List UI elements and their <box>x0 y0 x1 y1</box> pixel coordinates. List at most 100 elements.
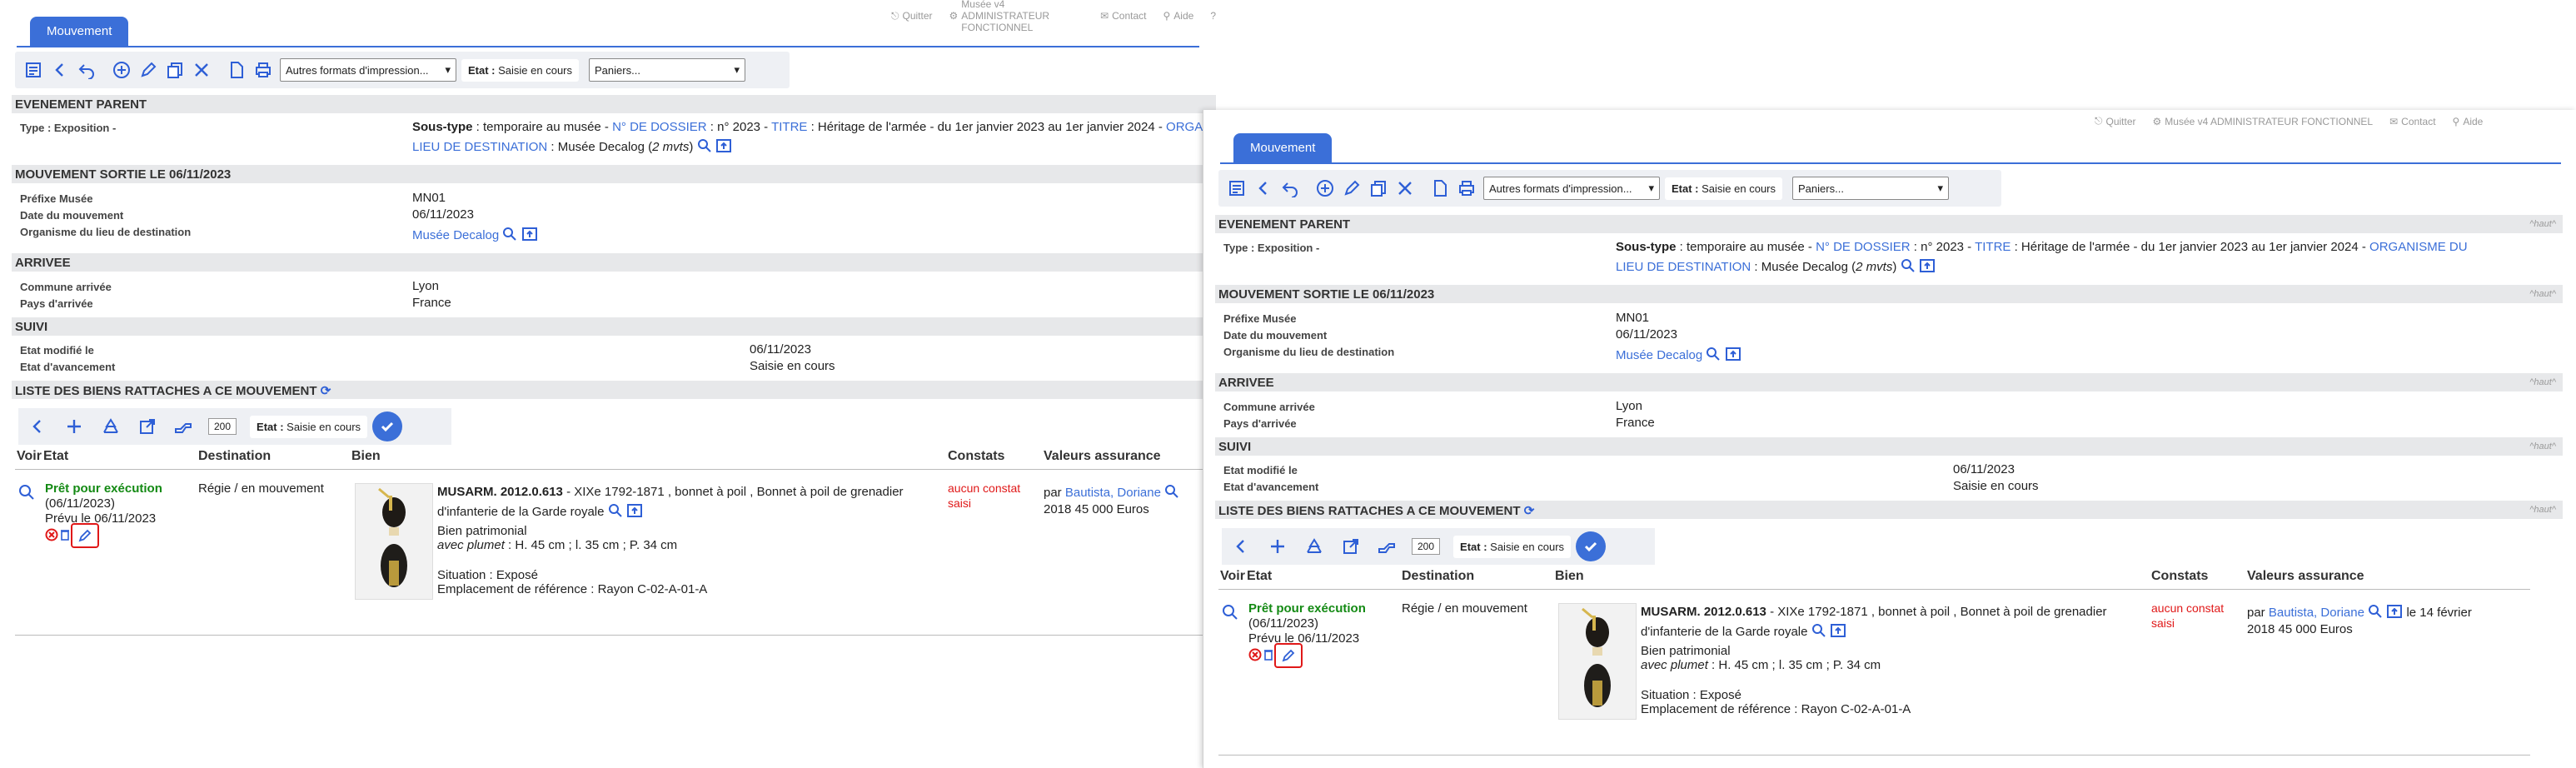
hand-icon[interactable] <box>172 414 197 439</box>
haut-link[interactable]: ^haut^ <box>2529 219 2556 229</box>
document-icon[interactable] <box>225 58 248 82</box>
haut-link[interactable]: ^haut^ <box>2529 441 2556 451</box>
open-icon[interactable] <box>715 138 732 157</box>
movement-window-back: ⎋ Quitter ⚙ Musée v4 ADMINISTRATEUR FONC… <box>0 0 1216 768</box>
undo-icon[interactable] <box>1278 177 1302 200</box>
external-link-icon[interactable] <box>135 414 160 439</box>
document-icon[interactable] <box>1428 177 1452 200</box>
paniers-select[interactable]: Paniers... ▾ <box>1792 177 1950 200</box>
page-size-field[interactable]: 200 <box>1412 538 1441 555</box>
contact-link[interactable]: ✉ Contact <box>2389 115 2435 127</box>
add-icon[interactable] <box>62 414 87 439</box>
cancel-icon[interactable] <box>45 528 58 545</box>
inventory-number[interactable]: MUSARM. 2012.0.613 <box>1641 605 1766 619</box>
open-icon[interactable] <box>521 227 538 245</box>
open-icon[interactable] <box>1919 258 1936 277</box>
contact-link[interactable]: ✉ Contact <box>1100 0 1146 33</box>
org-dest-link[interactable]: Musée Decalog <box>1616 348 1702 362</box>
search-icon[interactable] <box>1164 484 1179 502</box>
undo-icon[interactable] <box>75 58 98 82</box>
cancel-icon[interactable] <box>1248 648 1262 665</box>
search-icon[interactable] <box>1901 258 1916 277</box>
haut-link[interactable]: ^haut^ <box>2529 377 2556 387</box>
trash-icon[interactable] <box>1263 648 1273 665</box>
add-icon[interactable] <box>1265 534 1290 559</box>
object-thumbnail[interactable] <box>355 483 433 600</box>
main-toolbar: Autres formats d'impression... ▾ Etat : S… <box>1218 170 2001 207</box>
refresh-icon[interactable]: ⟳ <box>321 384 331 398</box>
parent-description: Sous-type : temporaire au musée - N° DE … <box>412 120 1216 134</box>
avancement-value: Saisie en cours <box>1953 479 2039 493</box>
validate-button[interactable] <box>1576 531 1607 561</box>
inventory-number[interactable]: MUSARM. 2012.0.613 <box>437 485 563 499</box>
view-icon[interactable] <box>18 484 35 504</box>
recycle-icon[interactable] <box>1302 534 1327 559</box>
search-icon[interactable] <box>1706 347 1721 365</box>
quit-link[interactable]: ⎋ Quitter <box>2095 115 2136 127</box>
print-icon[interactable] <box>1455 177 1478 200</box>
titre-value: : Héritage de l'armée - du 1er janvier 2… <box>807 120 1163 134</box>
page-size-field[interactable]: 200 <box>208 418 237 435</box>
hand-icon[interactable] <box>1375 534 1400 559</box>
open-icon[interactable] <box>1830 623 1846 641</box>
paniers-select[interactable]: Paniers... ▾ <box>589 58 746 82</box>
copy-icon[interactable] <box>163 58 187 82</box>
delete-icon[interactable] <box>1393 177 1417 200</box>
open-icon[interactable] <box>1725 347 1741 365</box>
view-icon[interactable] <box>1222 604 1238 624</box>
section-liste-biens: LISTE DES BIENS RATTACHES A CE MOUVEMENT… <box>12 381 1216 399</box>
help-link[interactable]: ⚲ Aide <box>2453 115 2484 127</box>
search-icon[interactable] <box>2368 604 2383 622</box>
section-mouvement-sortie: MOUVEMENT SORTIE LE 06/11/2023 <box>12 165 1216 183</box>
delete-icon[interactable] <box>190 58 213 82</box>
col-header-voir: Voir <box>1220 569 1245 583</box>
section-liste-biens: LISTE DES BIENS RATTACHES A CE MOUVEMENT… <box>1215 501 2563 519</box>
search-icon[interactable] <box>502 227 517 245</box>
external-link-icon[interactable] <box>1338 534 1363 559</box>
user-link[interactable]: ⚙ Musée v4 ADMINISTRATEUR FONCTIONNEL <box>949 0 1084 33</box>
print-icon[interactable] <box>252 58 275 82</box>
tab-mouvement[interactable]: Mouvement <box>1233 133 1333 162</box>
search-icon[interactable] <box>608 503 623 521</box>
haut-link[interactable]: ^haut^ <box>2529 505 2556 515</box>
back-icon[interactable] <box>1228 534 1253 559</box>
search-icon[interactable] <box>1811 623 1826 641</box>
pays-value: France <box>412 296 451 310</box>
edit-icon[interactable] <box>1340 177 1363 200</box>
col-header-etat: Etat <box>1247 569 1273 583</box>
open-icon[interactable] <box>2386 604 2403 622</box>
assure-link[interactable]: Bautista, Doriane <box>2269 606 2364 620</box>
edit-icon[interactable] <box>137 58 160 82</box>
trash-icon[interactable] <box>60 528 70 545</box>
pays-label: Pays d'arrivée <box>20 297 93 310</box>
edit-row-button[interactable] <box>1274 643 1303 668</box>
quit-link[interactable]: ⎋ Quitter <box>891 0 933 33</box>
refresh-icon[interactable]: ⟳ <box>1524 504 1535 518</box>
print-formats-select[interactable]: Autres formats d'impression... ▾ <box>280 58 456 82</box>
list-icon[interactable] <box>1225 177 1248 200</box>
user-link[interactable]: ⚙ Musée v4 ADMINISTRATEUR FONCTIONNEL <box>2153 115 2374 127</box>
back-icon[interactable] <box>25 414 50 439</box>
copy-icon[interactable] <box>1367 177 1390 200</box>
help-link[interactable]: ⚲ Aide <box>1163 0 1193 33</box>
extra-link[interactable]: ? <box>1210 0 1216 33</box>
tab-mouvement[interactable]: Mouvement <box>30 17 129 46</box>
edit-row-button[interactable] <box>71 523 99 548</box>
object-thumbnail[interactable] <box>1558 603 1637 720</box>
list-icon[interactable] <box>22 58 45 82</box>
search-icon[interactable] <box>697 138 712 157</box>
print-formats-select[interactable]: Autres formats d'impression... ▾ <box>1483 177 1660 200</box>
back-icon[interactable] <box>48 58 72 82</box>
add-icon[interactable] <box>1313 177 1337 200</box>
header-divider <box>1218 589 2530 590</box>
quit-label: Quitter <box>2105 115 2136 127</box>
bien-desc: - XIXe 1792-1871 , bonnet à poil , Bonne… <box>562 485 904 499</box>
open-icon[interactable] <box>626 503 643 521</box>
validate-button[interactable] <box>372 411 403 441</box>
org-dest-link[interactable]: Musée Decalog <box>412 228 499 242</box>
assure-link[interactable]: Bautista, Doriane <box>1065 486 1161 500</box>
recycle-icon[interactable] <box>98 414 123 439</box>
back-icon[interactable] <box>1252 177 1275 200</box>
haut-link[interactable]: ^haut^ <box>2529 289 2556 299</box>
add-icon[interactable] <box>110 58 133 82</box>
